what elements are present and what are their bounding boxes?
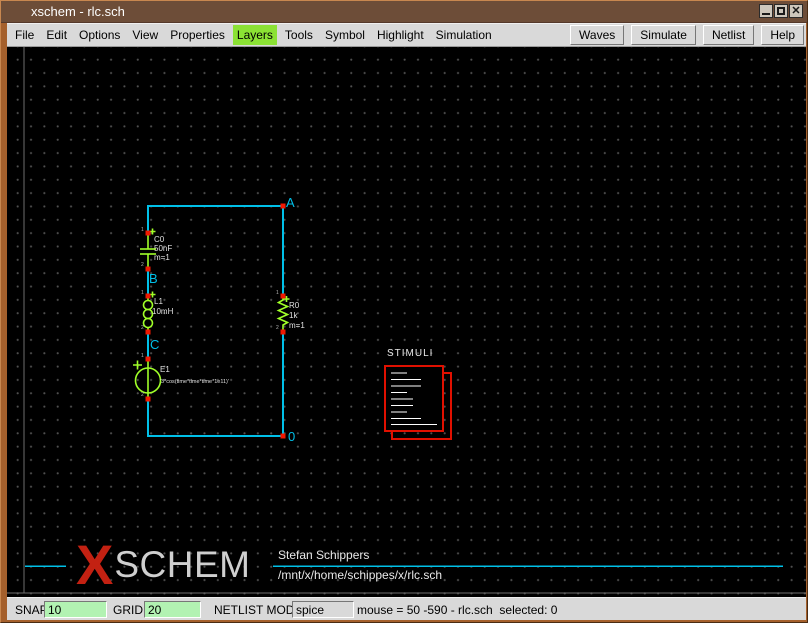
menu-tools[interactable]: Tools: [281, 25, 317, 45]
pin-number: 1: [276, 291, 279, 296]
title-block-path: /mnt/x/home/schippes/x/rlc.sch: [278, 568, 442, 582]
resistor-symbol[interactable]: [279, 296, 290, 332]
schematic-canvas[interactable]: A B C 0 C0 50nF m=1 L1 10mH E1 '3*cos(ti…: [7, 47, 806, 597]
grid-input[interactable]: [144, 601, 201, 618]
title-block-author: Stefan Schippers: [278, 548, 369, 562]
pin-number: 1: [141, 291, 144, 296]
pin-number: 2: [141, 393, 144, 398]
net-label-c[interactable]: C: [150, 338, 159, 351]
wires[interactable]: [147, 206, 284, 436]
xschem-logo: X SCHEM: [76, 541, 250, 589]
menu-view[interactable]: View: [128, 25, 162, 45]
maximize-icon: [777, 7, 785, 15]
plus-icon: [133, 361, 142, 370]
resistor-value[interactable]: 1k: [289, 311, 297, 320]
pin-number: 1: [141, 228, 144, 233]
minimize-button[interactable]: [759, 4, 773, 18]
source-name[interactable]: E1: [160, 365, 170, 374]
maximize-button[interactable]: [774, 4, 788, 18]
window-titlebar[interactable]: xschem - rlc.sch ✕: [1, 1, 807, 23]
source-value[interactable]: '3*cos(time*time*time*1e11)': [160, 378, 229, 387]
capacitor-mult[interactable]: m=1: [154, 253, 170, 262]
capacitor-value[interactable]: 50nF: [154, 244, 172, 253]
simulate-button[interactable]: Simulate: [631, 25, 696, 45]
menu-bar: File Edit Options View Properties Layers…: [7, 23, 806, 47]
menu-symbol[interactable]: Symbol: [321, 25, 369, 45]
logo-schem-text: SCHEM: [114, 545, 250, 585]
grid-label: GRID:: [113, 603, 146, 617]
netlist-mode-input[interactable]: [292, 601, 354, 618]
minimize-icon: [762, 12, 770, 15]
stimuli-block[interactable]: [385, 366, 451, 439]
net-label-a[interactable]: A: [286, 196, 295, 209]
voltage-source-symbol[interactable]: [133, 359, 161, 399]
menu-edit[interactable]: Edit: [42, 25, 71, 45]
status-bar: SNAP: GRID: NETLIST MODE: mouse = 50 -59…: [7, 597, 806, 620]
netlist-button[interactable]: Netlist: [703, 25, 754, 45]
pin-number: 2: [141, 263, 144, 268]
menu-file[interactable]: File: [11, 25, 38, 45]
waves-button[interactable]: Waves: [570, 25, 624, 45]
resistor-name[interactable]: R0: [289, 301, 299, 310]
window-title: xschem - rlc.sch: [31, 4, 125, 19]
resistor-mult[interactable]: m=1: [289, 321, 305, 330]
menu-properties[interactable]: Properties: [166, 25, 229, 45]
window-controls: ✕: [759, 4, 803, 18]
menu-simulation[interactable]: Simulation: [432, 25, 496, 45]
pin-number: 2: [141, 326, 144, 331]
snap-input[interactable]: [44, 601, 107, 618]
schematic-graphics: [7, 47, 806, 597]
stimuli-label[interactable]: STIMULI: [387, 348, 433, 359]
pins[interactable]: [146, 204, 286, 439]
menu-options[interactable]: Options: [75, 25, 124, 45]
menu-highlight[interactable]: Highlight: [373, 25, 428, 45]
help-button[interactable]: Help: [761, 25, 804, 45]
capacitor-name[interactable]: C0: [154, 235, 164, 244]
inductor-value[interactable]: 10mH: [152, 307, 173, 316]
mouse-status-text: mouse = 50 -590 - rlc.sch selected: 0: [357, 603, 557, 617]
close-button[interactable]: ✕: [789, 4, 803, 18]
logo-x-letter: X: [76, 543, 113, 587]
inductor-name[interactable]: L1: [154, 297, 163, 306]
close-icon: ✕: [791, 6, 800, 16]
pin-number: 2: [276, 326, 279, 331]
sheet-border: [7, 47, 806, 593]
net-label-gnd[interactable]: 0: [288, 430, 295, 443]
xschem-window: xschem - rlc.sch ✕ File Edit Options Vie…: [0, 0, 808, 623]
pin-number: 1: [141, 354, 144, 359]
net-label-b[interactable]: B: [149, 272, 158, 285]
menu-layers[interactable]: Layers: [233, 25, 277, 45]
